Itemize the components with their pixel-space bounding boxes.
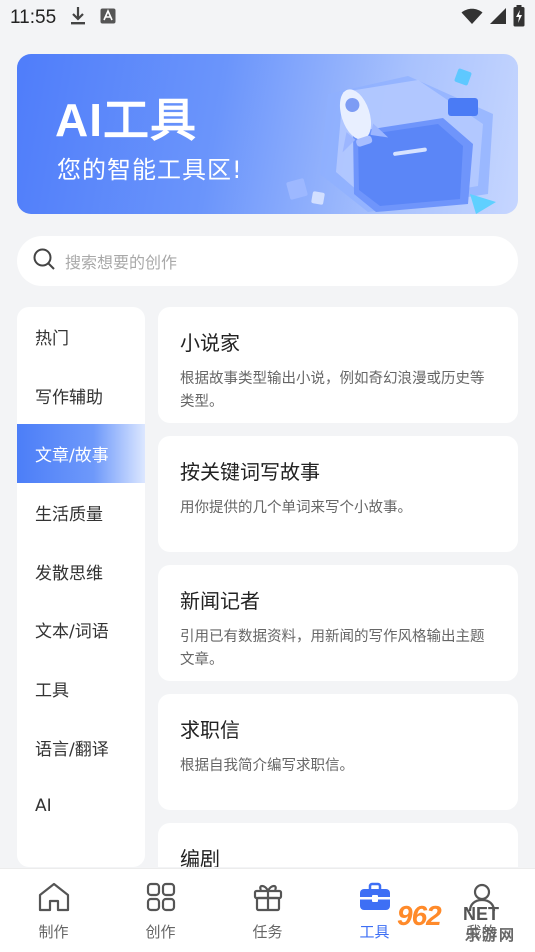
card-description: 引用已有数据资料，用新闻的写作风格输出主题文章。 xyxy=(180,629,485,668)
card-description: 根据故事类型输出小说，例如奇幻浪漫或历史等类型。 xyxy=(180,371,485,410)
tool-card-cover-letter[interactable]: 求职信 根据自我简介编写求职信。 xyxy=(158,694,518,810)
tool-card-list: 小说家 根据故事类型输出小说，例如奇幻浪漫或历史等类型。 按关键词写故事 用你提… xyxy=(158,307,518,867)
banner-title: AI工具 xyxy=(55,94,197,146)
nav-item-tasks[interactable]: 任务 xyxy=(214,869,321,952)
sidebar-item-language-translate[interactable]: 语言/翻译 xyxy=(17,718,145,777)
nav-item-make[interactable]: 制作 xyxy=(0,869,107,952)
tool-card-novelist[interactable]: 小说家 根据故事类型输出小说，例如奇幻浪漫或历史等类型。 xyxy=(158,307,518,423)
card-title: 求职信 xyxy=(180,718,240,742)
card-title: 新闻记者 xyxy=(180,589,260,613)
banner-subtitle: 您的智能工具区! xyxy=(57,156,243,184)
tool-card-screenwriter[interactable]: 编剧 xyxy=(158,823,518,867)
toolbox-icon xyxy=(358,881,392,917)
sidebar-item-article-story[interactable]: 文章/故事 xyxy=(17,424,145,484)
watermark-text: 乐游网 xyxy=(465,926,517,944)
card-title: 小说家 xyxy=(180,331,240,355)
nav-label: 工具 xyxy=(359,923,390,941)
banner-illustration xyxy=(286,68,496,214)
sidebar-item-hot[interactable]: 热门 xyxy=(17,307,145,366)
card-description: 根据自我简介编写求职信。 xyxy=(180,758,354,774)
nav-label: 制作 xyxy=(38,923,69,941)
status-icons-right xyxy=(461,5,525,31)
grid-icon xyxy=(145,881,177,917)
card-title: 编剧 xyxy=(180,847,220,867)
nav-item-create[interactable]: 创作 xyxy=(107,869,214,952)
watermark-number: 962 xyxy=(397,900,442,931)
card-title: 按关键词写故事 xyxy=(180,460,320,484)
battery-charging-icon xyxy=(513,5,525,31)
watermark-suffix: NET xyxy=(463,904,499,924)
nav-label: 任务 xyxy=(252,923,283,941)
status-bar: 11:55 xyxy=(0,0,535,36)
download-icon xyxy=(70,6,86,30)
sidebar-item-divergent-thinking[interactable]: 发散思维 xyxy=(17,542,145,601)
search-input[interactable]: 搜索想要的创作 xyxy=(65,249,177,273)
status-icons-left xyxy=(70,6,116,30)
sidebar-item-life-quality[interactable]: 生活质量 xyxy=(17,483,145,542)
sidebar-item-writing-assist[interactable]: 写作辅助 xyxy=(17,366,145,425)
house-icon xyxy=(37,881,71,917)
gift-icon xyxy=(252,881,284,917)
sidebar-item-tools[interactable]: 工具 xyxy=(17,659,145,718)
promo-banner[interactable]: AI工具 您的智能工具区! xyxy=(17,54,518,214)
tool-card-keyword-story[interactable]: 按关键词写故事 用你提供的几个单词来写个小故事。 xyxy=(158,436,518,552)
sidebar-item-text-words[interactable]: 文本/词语 xyxy=(17,600,145,659)
sidebar-item-ai[interactable]: AI xyxy=(17,777,145,836)
wifi-icon xyxy=(461,7,483,29)
nav-label: 创作 xyxy=(145,923,176,941)
search-bar[interactable]: 搜索想要的创作 xyxy=(17,236,518,286)
signal-icon xyxy=(489,7,507,29)
card-description: 用你提供的几个单词来写个小故事。 xyxy=(180,500,412,516)
a-icon xyxy=(100,8,116,28)
watermark-logo: 962 NET 乐游网 xyxy=(397,900,527,946)
category-sidebar: 热门 写作辅助 文章/故事 生活质量 发散思维 文本/词语 工具 语言/翻译 A… xyxy=(17,307,145,867)
status-time: 11:55 xyxy=(10,7,57,28)
tool-card-news-reporter[interactable]: 新闻记者 引用已有数据资料，用新闻的写作风格输出主题文章。 xyxy=(158,565,518,681)
search-icon xyxy=(33,248,55,274)
